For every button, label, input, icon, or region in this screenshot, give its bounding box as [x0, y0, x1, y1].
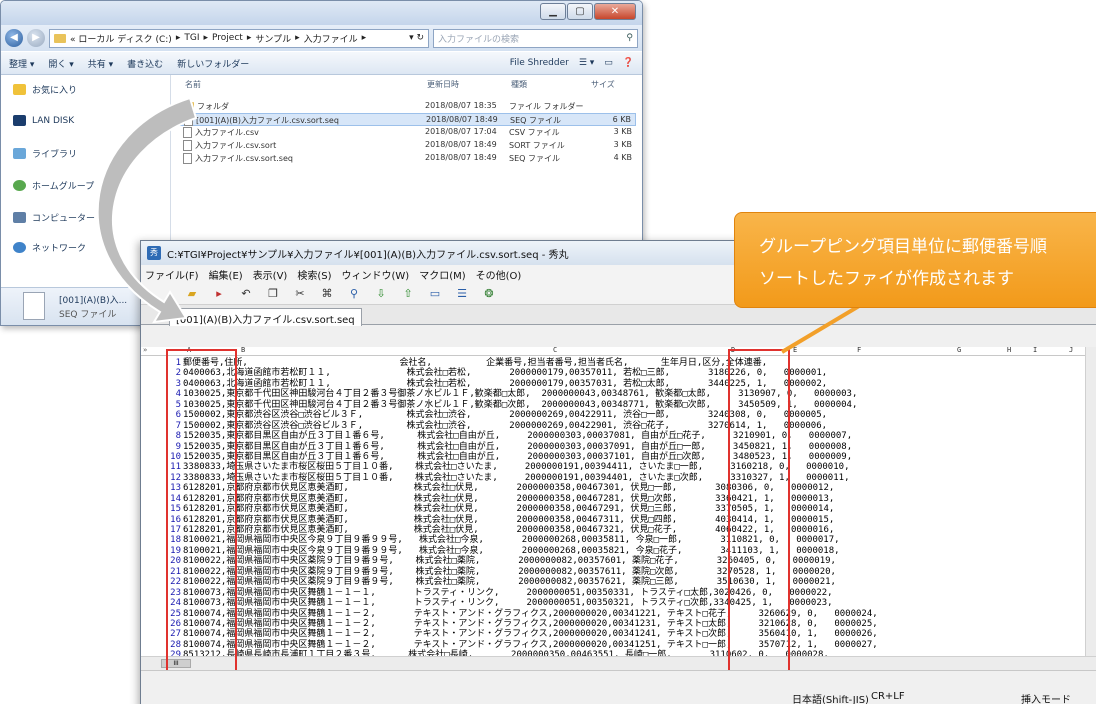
screenshot-stage: ▁ ▢ ✕ ◀ ▶ « ローカル ディスク (C:) ▸ TGI ▸ Project…	[0, 0, 1096, 704]
callout-box: グループピング項目単位に郵便番号順 ソートしたファイが作成されます	[734, 212, 1096, 308]
callout-text: グループピング項目単位に郵便番号順 ソートしたファイが作成されます	[759, 237, 1047, 289]
arrow-shape	[96, 96, 198, 324]
curved-arrow	[96, 96, 1002, 354]
